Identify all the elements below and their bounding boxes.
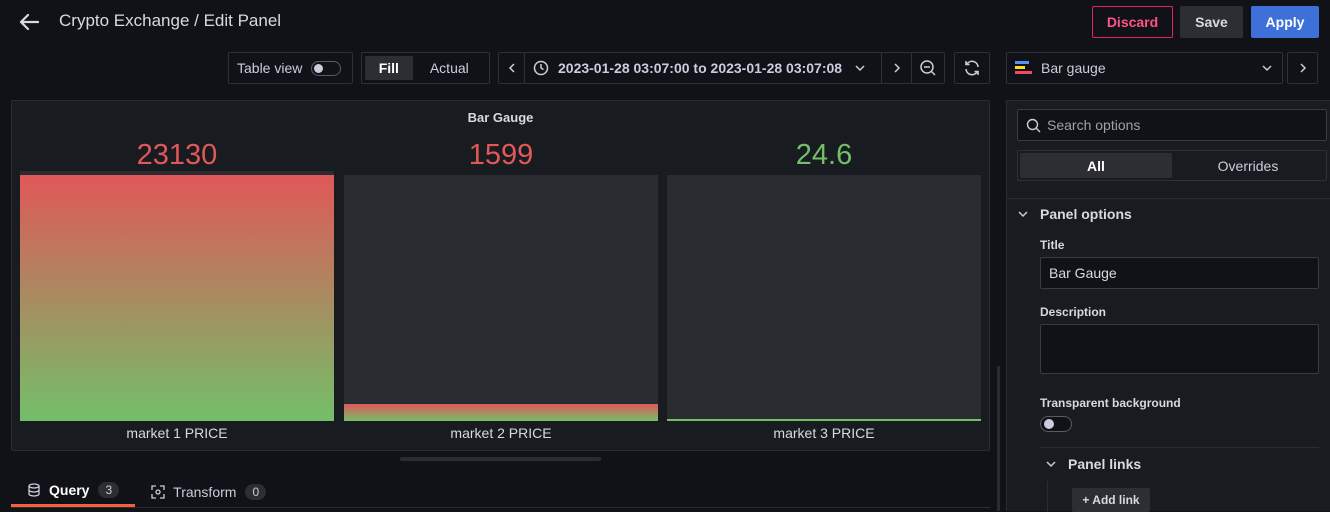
gauge-bar-fill <box>344 404 658 421</box>
options-pane: All Overrides Panel options Title Descri… <box>1006 100 1330 512</box>
transform-icon <box>151 484 165 499</box>
section-indent-line <box>1047 481 1048 512</box>
search-options-input[interactable] <box>1047 117 1307 133</box>
time-range-picker[interactable]: 2023-01-28 03:07:00 to 2023-01-28 03:07:… <box>525 53 882 83</box>
discard-button[interactable]: Discard <box>1092 6 1173 38</box>
chevron-down-icon <box>1262 65 1272 72</box>
table-view-switch[interactable] <box>311 60 342 76</box>
options-resize-handle[interactable] <box>997 366 1000 511</box>
top-bar: Crypto Exchange / Edit Panel Discard Sav… <box>0 0 1330 44</box>
refresh-icon <box>965 60 979 76</box>
clock-icon <box>533 60 549 76</box>
table-view-label: Table view <box>237 60 303 76</box>
gauge-bar-fill <box>667 419 981 421</box>
title-field-label: Title <box>1040 238 1065 252</box>
transparent-background-switch[interactable] <box>1040 416 1072 432</box>
panel-options-label: Panel options <box>1040 206 1132 222</box>
apply-button[interactable]: Apply <box>1251 6 1319 38</box>
page-title: Crypto Exchange / Edit Panel <box>59 11 282 30</box>
search-options-box[interactable] <box>1017 109 1327 141</box>
gauge-label: market 3 PRICE <box>773 425 875 441</box>
save-button[interactable]: Save <box>1180 6 1243 38</box>
gauge-1: 23130 market 1 PRICE <box>20 101 334 450</box>
tab-query[interactable]: Query 3 <box>11 476 136 507</box>
title-field[interactable] <box>1040 257 1319 289</box>
all-option[interactable]: All <box>1020 153 1172 178</box>
bar-gauge-panel: Bar Gauge 23130 market 1 PRICE 1599 market … <box>11 100 990 451</box>
gauge-2: 1599 market 2 PRICE <box>344 101 658 450</box>
description-field-label: Description <box>1040 305 1107 319</box>
gauge-value: 23130 <box>136 139 218 171</box>
gauge-value: 1599 <box>468 139 534 171</box>
database-icon <box>27 483 41 497</box>
panel-resize-handle[interactable] <box>400 457 601 461</box>
zoom-out-icon <box>920 60 936 76</box>
bar-gauge-icon <box>1015 61 1032 74</box>
refresh-button[interactable] <box>954 52 990 84</box>
fill-actual-selector: Fill Actual <box>361 52 490 84</box>
gauge-bar-fill <box>20 175 334 421</box>
overrides-option[interactable]: Overrides <box>1172 153 1324 178</box>
chevron-right-icon <box>1299 63 1306 73</box>
time-forward-button[interactable] <box>882 53 912 83</box>
all-overrides-selector: All Overrides <box>1017 150 1327 181</box>
description-field[interactable] <box>1040 324 1319 374</box>
options-divider <box>1007 198 1330 199</box>
transparent-background-label: Transparent background <box>1040 396 1181 410</box>
chevron-down-icon <box>1018 211 1028 218</box>
tab-transform-label: Transform <box>173 483 237 500</box>
gauge-bar-background <box>667 175 981 421</box>
gauge-label: market 1 PRICE <box>126 425 228 441</box>
chevron-down-icon <box>1046 461 1056 468</box>
section-divider <box>1040 447 1319 448</box>
time-back-button[interactable] <box>499 53 525 83</box>
search-icon <box>1026 118 1041 132</box>
visualization-picker[interactable]: Bar gauge <box>1006 52 1283 84</box>
gauge-label: market 2 PRICE <box>450 425 552 441</box>
transform-count-badge: 0 <box>245 483 267 500</box>
tab-query-label: Query <box>49 482 90 498</box>
chevron-down-icon <box>855 65 865 72</box>
time-range-text: 2023-01-28 03:07:00 to 2023-01-28 03:07:… <box>558 60 843 76</box>
time-picker-group: 2023-01-28 03:07:00 to 2023-01-28 03:07:… <box>498 52 945 84</box>
visualization-name: Bar gauge <box>1041 60 1106 76</box>
chevron-left-icon <box>508 63 515 73</box>
add-link-button[interactable]: + Add link <box>1072 488 1150 512</box>
panel-links-label: Panel links <box>1068 456 1142 472</box>
gauge-value: 24.6 <box>795 139 853 171</box>
panel-options-header[interactable]: Panel options <box>1018 206 1132 222</box>
fill-option[interactable]: Fill <box>365 56 413 80</box>
zoom-out-button[interactable] <box>912 53 944 83</box>
tab-transform[interactable]: Transform 0 <box>135 476 282 507</box>
table-view-toggle[interactable]: Table view <box>228 52 353 84</box>
editor-tabs: Query 3 Transform 0 <box>11 476 282 511</box>
actual-option[interactable]: Actual <box>413 56 486 80</box>
gauge-3: 24.6 market 3 PRICE <box>667 101 981 450</box>
panel-links-header[interactable]: Panel links <box>1046 456 1141 472</box>
options-pane-collapse-button[interactable] <box>1287 52 1318 84</box>
gauge-bar-background <box>344 175 658 421</box>
gauge-bar-background <box>20 171 334 421</box>
back-arrow-icon[interactable] <box>16 9 42 35</box>
chevron-right-icon <box>893 63 900 73</box>
query-count-badge: 3 <box>98 482 120 498</box>
